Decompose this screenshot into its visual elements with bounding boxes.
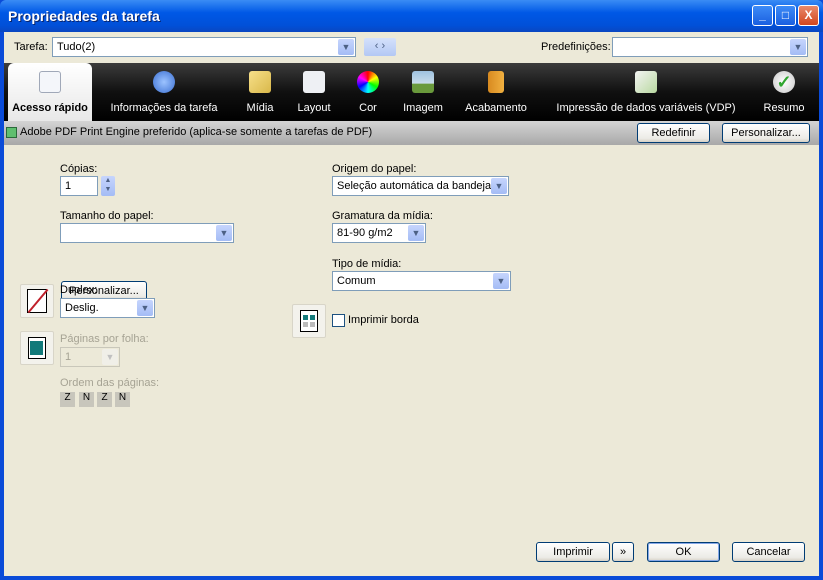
- duplex-dropdown[interactable]: Deslig. ▼: [60, 298, 155, 318]
- media-icon: [249, 71, 271, 93]
- chevron-down-icon: ▼: [408, 225, 424, 241]
- paper-source-dropdown[interactable]: Seleção automática da bandeja ▼: [332, 176, 509, 196]
- copies-label: Cópias:: [60, 163, 98, 175]
- pages-per-sheet-label: Páginas por folha:: [60, 333, 149, 345]
- media-weight-value: 81-90 g/m2: [337, 227, 393, 239]
- print-border-icon: [292, 304, 326, 338]
- paper-source-label: Origem do papel:: [332, 163, 417, 175]
- tab-vdp[interactable]: Impressão de dados variáveis (VDP): [556, 63, 736, 121]
- tab-label: Informações da tarefa: [110, 102, 218, 114]
- print-button[interactable]: Imprimir: [536, 542, 610, 562]
- pages-per-sheet-dropdown[interactable]: 1 ▼: [60, 347, 120, 367]
- minimize-button[interactable]: _: [752, 5, 773, 26]
- tab-acabamento[interactable]: Acabamento: [460, 63, 532, 121]
- duplex-label: Duplex:: [60, 284, 98, 296]
- info-bar: Adobe PDF Print Engine preferido (aplica…: [4, 121, 819, 145]
- order-z-icon[interactable]: Z: [60, 392, 75, 407]
- chevron-down-icon: ▼: [491, 178, 507, 194]
- media-type-value: Comum: [337, 275, 376, 287]
- pages-per-sheet-icon: [20, 331, 54, 365]
- paper-size-dropdown[interactable]: ▼: [60, 223, 234, 243]
- task-value: Tudo(2): [57, 41, 96, 53]
- tab-acesso-rapido[interactable]: Acesso rápido: [8, 63, 92, 121]
- reset-button[interactable]: Redefinir: [637, 123, 710, 143]
- image-icon: [412, 71, 434, 93]
- dialog-body: Tarefa: Tudo(2) ▼ ‹ › Predefinições: ▼ Ac…: [4, 32, 819, 576]
- order-n-icon[interactable]: N: [79, 392, 94, 407]
- tab-label: Acesso rápido: [12, 102, 88, 114]
- presets-dropdown[interactable]: ▼: [612, 37, 808, 57]
- presets-label: Predefinições:: [541, 41, 611, 53]
- color-wheel-icon: [357, 71, 379, 93]
- print-border-checkbox[interactable]: [332, 314, 345, 327]
- tab-label: Imagem: [403, 102, 443, 114]
- tab-imagem[interactable]: Imagem: [398, 63, 448, 121]
- chevron-down-icon: ▼: [338, 39, 354, 55]
- window-title: Propriedades da tarefa: [8, 8, 160, 24]
- chevron-down-icon: ▼: [790, 39, 806, 55]
- cancel-button[interactable]: Cancelar: [732, 542, 805, 562]
- customize-top-button[interactable]: Personalizar...: [722, 123, 810, 143]
- page-order-label: Ordem das páginas:: [60, 377, 160, 389]
- vdp-icon: [635, 71, 657, 93]
- duplex-icon: [20, 284, 54, 318]
- checkmark-icon: ✓: [773, 71, 795, 93]
- tab-label: Resumo: [763, 102, 805, 114]
- finishing-icon: [488, 71, 504, 93]
- duplex-value: Deslig.: [65, 302, 99, 314]
- info-icon: [153, 71, 175, 93]
- chevron-down-icon: ▼: [137, 300, 153, 316]
- tab-label: Mídia: [246, 102, 274, 114]
- tab-informacoes[interactable]: Informações da tarefa: [108, 63, 220, 121]
- media-weight-dropdown[interactable]: 81-90 g/m2 ▼: [332, 223, 426, 243]
- tab-layout[interactable]: Layout: [292, 63, 336, 121]
- pdf-engine-text: Adobe PDF Print Engine preferido (aplica…: [20, 126, 373, 138]
- tab-label: Acabamento: [465, 102, 527, 114]
- document-icon: [39, 71, 61, 93]
- tab-resumo[interactable]: ✓ Resumo: [756, 63, 812, 121]
- chevron-down-icon: ▼: [493, 273, 509, 289]
- copies-input[interactable]: 1: [60, 176, 98, 196]
- paper-source-value: Seleção automática da bandeja: [337, 180, 492, 192]
- layout-icon: [303, 71, 325, 93]
- pages-per-sheet-value: 1: [65, 351, 72, 363]
- media-type-label: Tipo de mídia:: [332, 258, 402, 270]
- media-type-dropdown[interactable]: Comum ▼: [332, 271, 511, 291]
- tab-cor[interactable]: Cor: [348, 63, 388, 121]
- tab-label: Cor: [359, 102, 377, 114]
- tab-midia[interactable]: Mídia: [240, 63, 280, 121]
- title-bar[interactable]: Propriedades da tarefa _ □ X: [0, 0, 823, 32]
- task-nav-buttons[interactable]: ‹ ›: [364, 38, 396, 56]
- copies-value: 1: [65, 180, 72, 192]
- maximize-button[interactable]: □: [775, 5, 796, 26]
- task-label: Tarefa:: [14, 41, 48, 53]
- print-border-label: Imprimir borda: [348, 314, 419, 326]
- chevron-down-icon: ▼: [102, 349, 118, 365]
- paper-size-label: Tamanho do papel:: [60, 210, 154, 222]
- tab-bar: Acesso rápido Informações da tarefa Mídi…: [4, 63, 819, 121]
- copies-stepper[interactable]: ▲ ▼: [101, 176, 115, 196]
- order-n-reverse-icon[interactable]: N: [115, 392, 130, 407]
- pdf-engine-indicator-icon: [6, 127, 17, 138]
- tab-label: Impressão de dados variáveis (VDP): [556, 102, 736, 114]
- tab-label: Layout: [297, 102, 331, 114]
- close-button[interactable]: X: [798, 5, 819, 26]
- chevron-down-icon: ▼: [216, 225, 232, 241]
- print-options-button[interactable]: »: [612, 542, 634, 562]
- media-weight-label: Gramatura da mídia:: [332, 210, 433, 222]
- order-z-reverse-icon[interactable]: Z: [97, 392, 112, 407]
- task-dropdown[interactable]: Tudo(2) ▼: [52, 37, 356, 57]
- ok-button[interactable]: OK: [647, 542, 720, 562]
